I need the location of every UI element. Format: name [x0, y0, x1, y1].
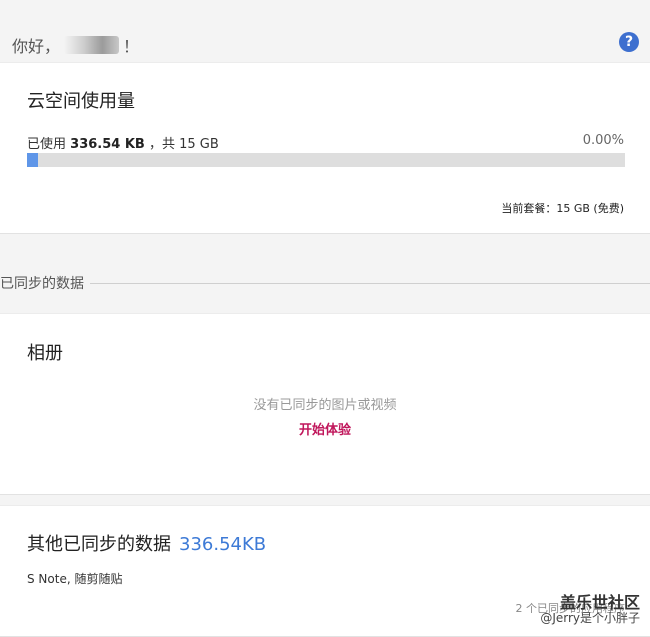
- question-circle-icon[interactable]: ?: [619, 32, 639, 52]
- section-divider: [90, 282, 650, 284]
- storage-usage-text: 已使用 336.54 KB ，共 15 GB: [27, 133, 219, 152]
- page-header: 你好， ！ ?: [0, 0, 650, 62]
- current-plan: 当前套餐：15 GB (免费): [501, 202, 624, 215]
- watermark-subtitle: @Jerry是个小胖子: [540, 611, 640, 625]
- greeting-suffix: ！: [123, 37, 140, 56]
- greeting-prefix: 你好，: [12, 37, 61, 56]
- blurred-user-name: [64, 36, 120, 54]
- used-value: 336.54 KB: [70, 137, 145, 152]
- other-data-label: 其他已同步的数据: [27, 534, 171, 555]
- usage-percent: 0.00%: [582, 133, 624, 148]
- storage-progress-bar: [27, 153, 625, 167]
- synced-apps-list: S Note, 随剪随贴: [27, 572, 123, 586]
- help-icon-glyph: ?: [624, 34, 634, 50]
- start-experience-link[interactable]: 开始体验: [0, 419, 650, 438]
- section-title: 已同步的数据: [0, 276, 84, 292]
- storage-progress-fill: [27, 153, 38, 167]
- other-data-size: 336.54KB: [179, 534, 267, 555]
- used-label: 已使用: [27, 137, 67, 152]
- album-empty-message: 没有已同步的图片或视频: [253, 398, 397, 413]
- other-data-title: 其他已同步的数据 336.54KB: [27, 530, 266, 556]
- synced-data-section-header: 已同步的数据: [0, 271, 650, 295]
- total-text: ，共 15 GB: [148, 137, 219, 152]
- storage-usage-card: 云空间使用量 已使用 336.54 KB ，共 15 GB 0.00% 当前套餐…: [0, 62, 650, 234]
- greeting: 你好， ！: [12, 33, 139, 57]
- album-title: 相册: [27, 343, 63, 364]
- other-synced-data-card: 其他已同步的数据 336.54KB S Note, 随剪随贴 2 个已同步的应用程…: [0, 505, 650, 637]
- storage-title: 云空间使用量: [27, 91, 135, 112]
- album-card: 相册 没有已同步的图片或视频 开始体验: [0, 313, 650, 495]
